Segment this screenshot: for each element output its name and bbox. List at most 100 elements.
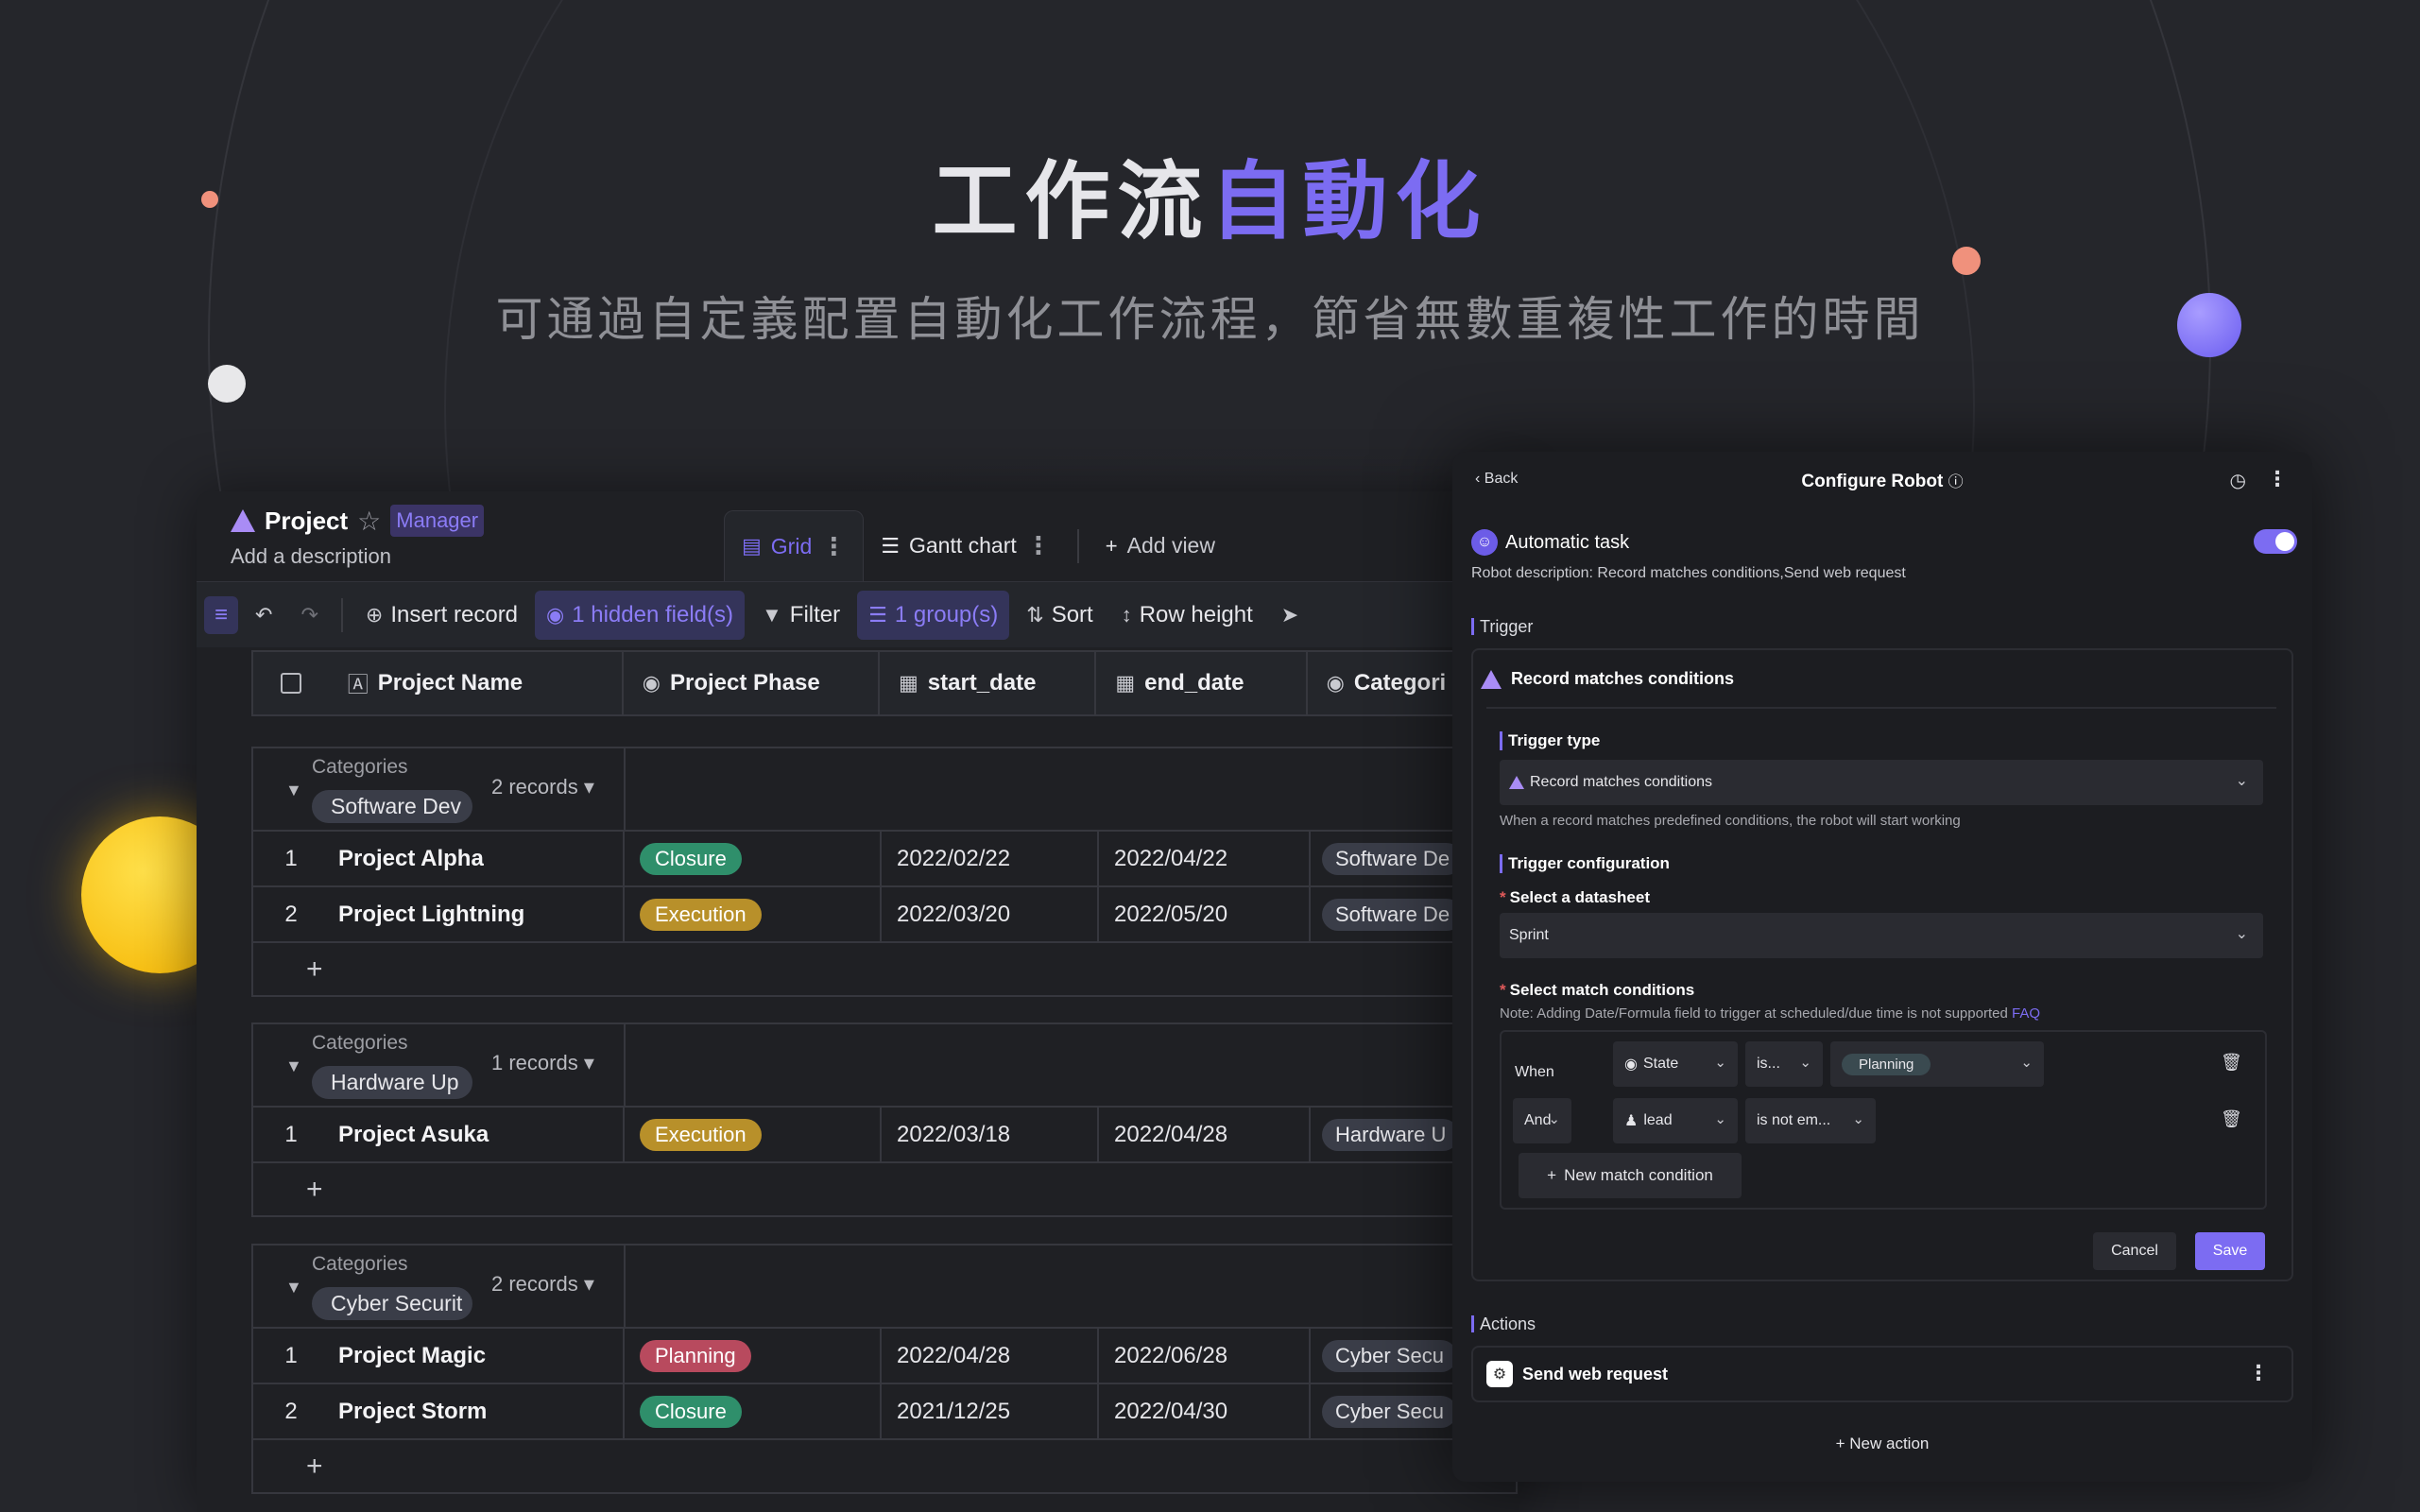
cell-project-name[interactable]: Project Lightning <box>329 887 625 941</box>
column-header-end-date[interactable]: ▦ end_date <box>1096 652 1308 714</box>
cell-end-date[interactable]: 2022/04/22 <box>1099 832 1311 885</box>
collapse-icon[interactable]: ▼ <box>285 781 302 800</box>
cell-project-phase[interactable]: Closure <box>625 832 882 885</box>
cancel-button[interactable]: Cancel <box>2093 1232 2176 1270</box>
cell-start-date[interactable]: 2022/04/28 <box>882 1329 1099 1383</box>
group-header[interactable]: ▼ Categories Hardware Up 1 records ▾ <box>253 1024 1516 1108</box>
sort-button[interactable]: ⇅ Sort <box>1015 591 1104 640</box>
table-row[interactable]: 1 Project Alpha Closure 2022/02/22 2022/… <box>253 832 1516 887</box>
add-row-button[interactable]: + <box>253 943 1516 995</box>
cell-end-date[interactable]: 2022/04/28 <box>1099 1108 1311 1161</box>
more-icon[interactable]: ⋮ <box>2248 1361 2269 1385</box>
project-title[interactable]: Project <box>265 507 348 536</box>
condition-joiner-select[interactable]: And ⌄ <box>1513 1098 1571 1143</box>
cell-project-phase[interactable]: Closure <box>625 1384 882 1438</box>
cell-end-date[interactable]: 2022/04/30 <box>1099 1384 1311 1438</box>
table-row[interactable]: 2 Project Lightning Execution 2022/03/20… <box>253 887 1516 943</box>
cell-project-name[interactable]: Project Alpha <box>329 832 625 885</box>
hidden-fields-label: 1 hidden field(s) <box>572 601 733 627</box>
row-height-label: Row height <box>1139 601 1253 627</box>
hidden-fields-button[interactable]: ◉ 1 hidden field(s) <box>535 590 745 640</box>
new-condition-button[interactable]: + New match condition <box>1519 1153 1742 1198</box>
star-icon[interactable]: ☆ <box>357 506 381 537</box>
chevron-down-icon: ⌄ <box>1548 1111 1560 1127</box>
group-header[interactable]: ▼ Categories Software Dev 2 records ▾ <box>253 748 1516 832</box>
group-button[interactable]: ☰ 1 group(s) <box>857 590 1010 640</box>
cell-start-date[interactable]: 2021/12/25 <box>882 1384 1099 1438</box>
cell-category[interactable]: Software De <box>1311 887 1462 941</box>
tab-grid[interactable]: ▤ Grid ⋮ <box>724 510 865 581</box>
group-record-count[interactable]: 1 records ▾ <box>491 1051 594 1075</box>
cell-project-name[interactable]: Project Storm <box>329 1384 625 1438</box>
faq-link[interactable]: FAQ <box>2012 1005 2040 1022</box>
column-header-project-phase[interactable]: ◉ Project Phase <box>624 652 880 714</box>
condition-operator-select[interactable]: is... ⌄ <box>1745 1041 1823 1087</box>
robot-description[interactable]: Robot description: Record matches condit… <box>1471 565 1906 582</box>
group-record-count[interactable]: 2 records ▾ <box>491 1272 594 1297</box>
project-description[interactable]: Add a description <box>231 544 391 569</box>
group-header[interactable]: ▼ Categories Cyber Securit 2 records ▾ <box>253 1246 1516 1329</box>
redo-button[interactable]: ↷ <box>289 591 329 640</box>
filter-button[interactable]: ▼ Filter <box>750 591 851 640</box>
delete-condition-icon[interactable]: 🗑 <box>2221 1053 2242 1073</box>
select-all-cell[interactable] <box>253 652 329 714</box>
status-badge: Execution <box>640 898 762 931</box>
table-row[interactable]: 2 Project Storm Closure 2021/12/25 2022/… <box>253 1384 1516 1440</box>
tab-gantt-more-icon[interactable]: ⋮ <box>1026 531 1051 560</box>
table-row[interactable]: 1 Project Asuka Execution 2022/03/18 202… <box>253 1108 1516 1163</box>
robot-enable-toggle[interactable] <box>2254 529 2297 554</box>
cell-end-date[interactable]: 2022/06/28 <box>1099 1329 1311 1383</box>
tab-gantt[interactable]: ☰ Gantt chart ⋮ <box>864 510 1068 581</box>
cell-category[interactable]: Cyber Secu <box>1311 1384 1462 1438</box>
column-header-project-name[interactable]: 🄰 Project Name <box>329 652 624 714</box>
status-badge: Planning <box>640 1339 751 1372</box>
column-header-label: end_date <box>1144 670 1244 696</box>
cell-project-name[interactable]: Project Asuka <box>329 1108 625 1161</box>
undo-button[interactable]: ↶ <box>244 591 283 640</box>
sidebar-toggle-icon[interactable]: ≡ <box>204 595 238 634</box>
more-icon[interactable]: ⋮ <box>2267 467 2288 491</box>
collapse-icon[interactable]: ▼ <box>285 1278 302 1297</box>
trigger-type-select[interactable]: Record matches conditions ⌄ <box>1500 760 2263 805</box>
text-field-icon: 🄰 <box>347 673 369 696</box>
condition-value-select[interactable]: Planning ⌄ <box>1830 1041 2044 1087</box>
tab-grid-more-icon[interactable]: ⋮ <box>821 532 846 561</box>
condition-field-select[interactable]: ◉ State ⌄ <box>1613 1041 1738 1087</box>
condition-field-select[interactable]: ♟ lead ⌄ <box>1613 1098 1738 1143</box>
condition-operator-select[interactable]: is not em... ⌄ <box>1745 1098 1876 1143</box>
row-height-button[interactable]: ↕ Row height <box>1110 591 1264 640</box>
cell-category[interactable]: Hardware U <box>1311 1108 1462 1161</box>
delete-condition-icon[interactable]: 🗑 <box>2221 1109 2242 1129</box>
status-badge: Closure <box>640 1395 742 1428</box>
action-card[interactable]: ⚙ Send web request ⋮ <box>1471 1346 2293 1402</box>
cell-category[interactable]: Cyber Secu <box>1311 1329 1462 1383</box>
record-group: ▼ Categories Software Dev 2 records ▾ 1 … <box>251 747 1518 997</box>
add-row-button[interactable]: + <box>253 1163 1516 1215</box>
share-button[interactable]: ➤ <box>1270 591 1310 640</box>
cell-start-date[interactable]: 2022/03/18 <box>882 1108 1099 1161</box>
robot-name[interactable]: Automatic task <box>1505 532 1629 554</box>
cell-end-date[interactable]: 2022/05/20 <box>1099 887 1311 941</box>
history-icon[interactable]: ◷ <box>2230 469 2246 492</box>
cell-start-date[interactable]: 2022/03/20 <box>882 887 1099 941</box>
collapse-icon[interactable]: ▼ <box>285 1057 302 1076</box>
add-view-button[interactable]: + Add view <box>1089 510 1232 581</box>
cell-start-date[interactable]: 2022/02/22 <box>882 832 1099 885</box>
add-row-button[interactable]: + <box>253 1440 1516 1492</box>
datasheet-toolbar: ≡ ↶ ↷ ⊕ Insert record ◉ 1 hidden field(s) … <box>197 581 1519 647</box>
cell-category[interactable]: Software De <box>1311 832 1462 885</box>
divider <box>624 1024 626 1108</box>
save-button[interactable]: Save <box>2195 1232 2265 1270</box>
cell-project-phase[interactable]: Planning <box>625 1329 882 1383</box>
insert-record-button[interactable]: ⊕ Insert record <box>354 591 529 640</box>
column-header-start-date[interactable]: ▦ start_date <box>880 652 1097 714</box>
table-row[interactable]: 1 Project Magic Planning 2022/04/28 2022… <box>253 1329 1516 1384</box>
new-action-button[interactable]: + New action <box>1452 1435 2312 1453</box>
checkbox-icon[interactable] <box>280 673 301 694</box>
cell-project-phase[interactable]: Execution <box>625 887 882 941</box>
cell-project-name[interactable]: Project Magic <box>329 1329 625 1383</box>
datasheet-select[interactable]: Sprint ⌄ <box>1500 913 2263 958</box>
group-record-count[interactable]: 2 records ▾ <box>491 775 594 799</box>
help-icon[interactable]: ⓘ <box>1948 474 1964 490</box>
cell-project-phase[interactable]: Execution <box>625 1108 882 1161</box>
